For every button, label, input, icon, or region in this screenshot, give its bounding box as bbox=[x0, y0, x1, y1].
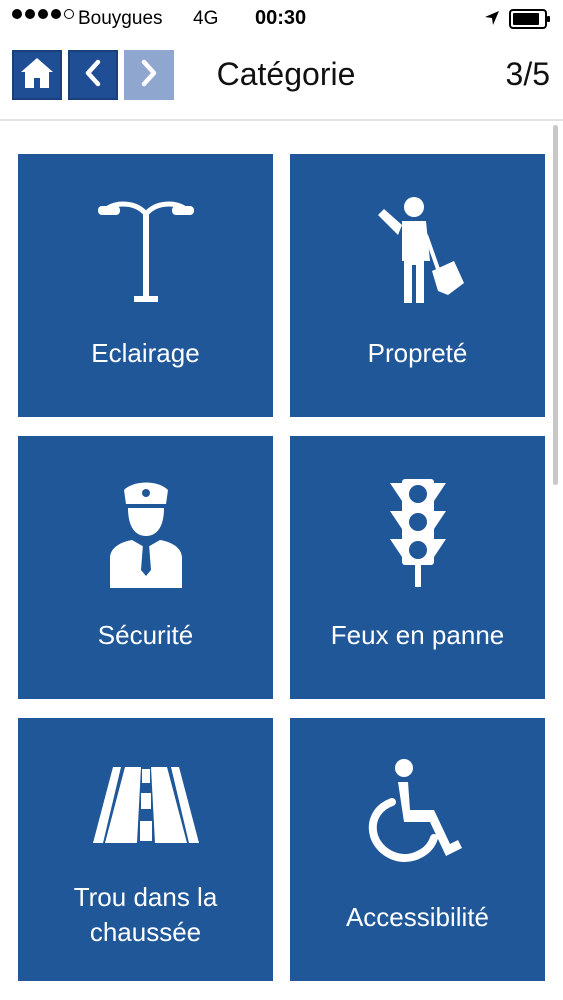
street-cleaner-icon bbox=[290, 192, 545, 310]
category-tile-accessibilite[interactable]: Accessibilité bbox=[290, 718, 545, 981]
category-label: Sécurité bbox=[97, 620, 194, 650]
category-label: Accessibilité bbox=[345, 902, 490, 932]
category-tile-securite[interactable]: Sécurité bbox=[18, 436, 273, 699]
category-grid: Eclairage Propreté Sécurité Feux en pann… bbox=[0, 121, 563, 1000]
network-type: 4G bbox=[193, 8, 219, 29]
category-tile-feux-en-panne[interactable]: Feux en panne bbox=[290, 436, 545, 699]
forward-button[interactable] bbox=[124, 50, 174, 100]
step-counter: 3/5 bbox=[505, 56, 550, 92]
chevron-left-icon bbox=[83, 59, 103, 92]
scrollbar[interactable] bbox=[553, 125, 558, 485]
battery-icon bbox=[509, 9, 551, 35]
clock: 00:30 bbox=[255, 7, 307, 29]
police-officer-icon bbox=[18, 474, 273, 592]
carrier-name: Bouygues bbox=[78, 8, 163, 29]
status-bar: Bouygues 4G 00:30 bbox=[0, 0, 563, 38]
navigation-bar: Catégorie 3/5 bbox=[0, 38, 563, 121]
home-button[interactable] bbox=[12, 50, 62, 100]
category-label: Feux en panne bbox=[330, 620, 505, 650]
road-icon bbox=[18, 746, 273, 864]
home-icon bbox=[19, 56, 55, 95]
wheelchair-icon bbox=[290, 754, 545, 872]
signal-strength-icon bbox=[12, 9, 77, 19]
category-tile-trou-dans-la-chaussee[interactable]: Trou dans la chaussée bbox=[18, 718, 273, 981]
category-label: Propreté bbox=[367, 338, 468, 368]
category-tile-eclairage[interactable]: Eclairage bbox=[18, 154, 273, 417]
traffic-light-icon bbox=[290, 474, 545, 592]
category-label: Eclairage bbox=[91, 338, 200, 368]
back-button[interactable] bbox=[68, 50, 118, 100]
category-tile-proprete[interactable]: Propreté bbox=[290, 154, 545, 417]
street-lamp-icon bbox=[18, 192, 273, 310]
chevron-right-icon bbox=[139, 59, 159, 92]
location-arrow-icon bbox=[484, 10, 500, 32]
page-title: Catégorie bbox=[216, 56, 356, 92]
category-label: Trou dans la chaussée bbox=[73, 882, 218, 947]
